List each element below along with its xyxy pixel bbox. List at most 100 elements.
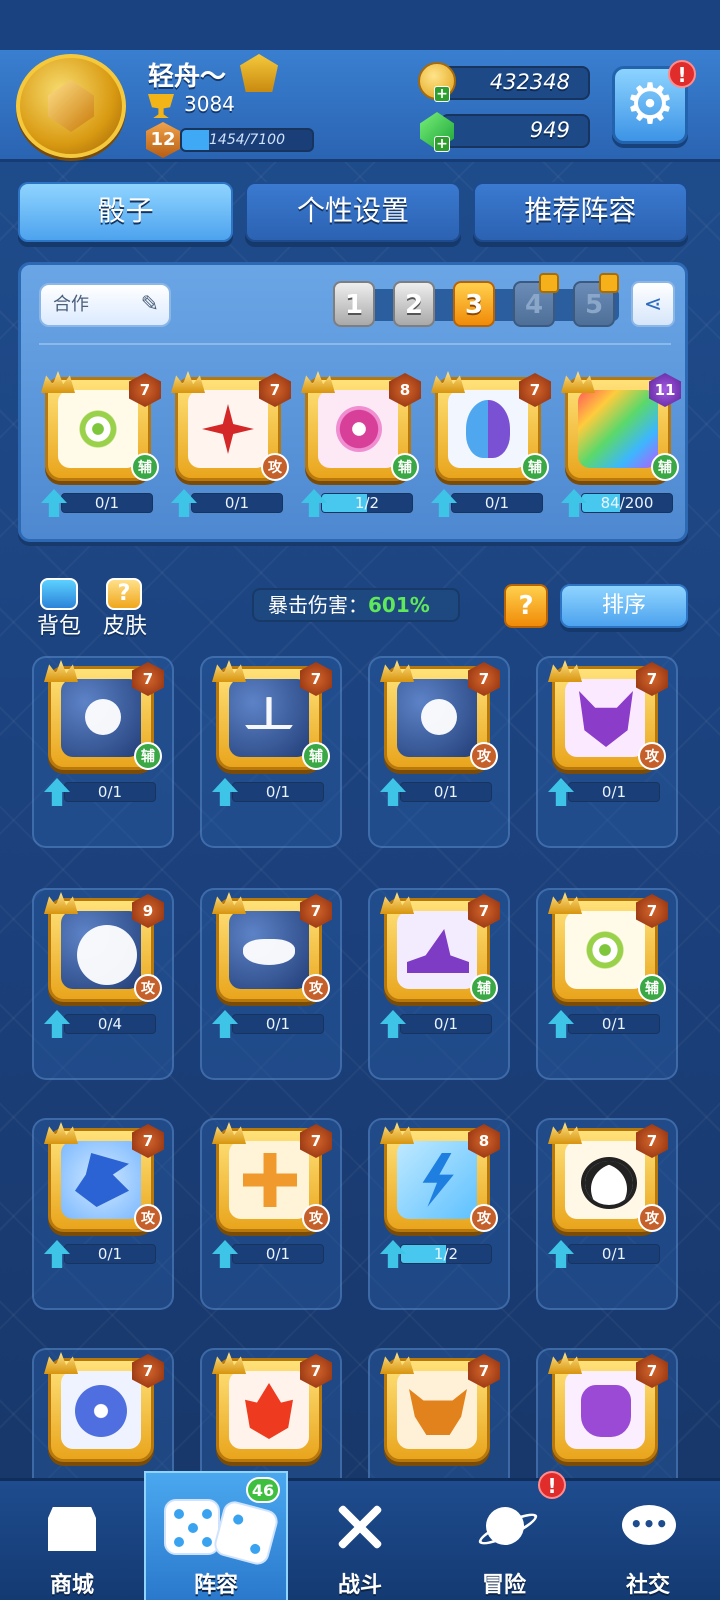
collection-die[interactable]: 7 攻 0/1 bbox=[212, 892, 332, 1044]
upgrade-text: 0/1 bbox=[97, 783, 123, 801]
help-button[interactable]: ? bbox=[504, 584, 548, 628]
upgrade-text: 0/1 bbox=[265, 783, 291, 801]
crown-icon bbox=[212, 1122, 246, 1144]
role-badge: 攻 bbox=[134, 974, 162, 1002]
chat-icon bbox=[620, 1499, 676, 1555]
upgrade-text: 0/1 bbox=[97, 1245, 123, 1263]
nav-battle-label: 战斗 bbox=[337, 1573, 382, 1598]
add-coins-icon[interactable]: + bbox=[434, 86, 450, 102]
deck-slot-1[interactable]: 1 bbox=[333, 281, 375, 327]
backpack-label: 背包 bbox=[36, 614, 81, 639]
upgrade-text: 0/1 bbox=[224, 494, 250, 512]
deck-die[interactable]: 11 辅 84/200 bbox=[561, 371, 681, 523]
demon-dice-icon bbox=[565, 679, 645, 757]
deck-die[interactable]: 8 辅 1/2 bbox=[301, 371, 421, 523]
deck-slot-4[interactable]: 4 bbox=[513, 273, 559, 327]
deck-slot-5[interactable]: 5 bbox=[573, 273, 619, 327]
collection-die[interactable]: 7 辅 0/1 bbox=[212, 660, 332, 812]
upgrade-progress: 84/200 bbox=[561, 489, 679, 517]
share-button[interactable]: ⋖ bbox=[631, 281, 675, 327]
trophy-icon bbox=[148, 94, 174, 118]
nav-adventure[interactable]: ! 冒险 bbox=[432, 1471, 576, 1600]
backpack-icon bbox=[40, 578, 78, 610]
dandelion-dice-icon bbox=[565, 911, 645, 989]
crown-icon bbox=[44, 660, 78, 682]
deck-slot-3[interactable]: 3 bbox=[453, 281, 495, 327]
upgrade-progress: 0/1 bbox=[380, 1010, 498, 1038]
upgrade-text: 0/1 bbox=[601, 1245, 627, 1263]
collection-die[interactable]: 7 攻 0/1 bbox=[548, 1122, 668, 1274]
add-gems-icon[interactable]: + bbox=[434, 136, 450, 152]
xp-text: 1454/7100 bbox=[209, 132, 285, 148]
upgrade-progress: 0/1 bbox=[171, 489, 289, 517]
role-badge: 辅 bbox=[131, 453, 159, 481]
deck-die[interactable]: 7 辅 0/1 bbox=[41, 371, 161, 523]
nav-deck[interactable]: 46 阵容 bbox=[144, 1471, 288, 1600]
aquarius-dice-icon bbox=[397, 679, 477, 757]
role-badge: 攻 bbox=[302, 974, 330, 1002]
settings-alert-badge: ! bbox=[668, 60, 696, 88]
role-badge: 辅 bbox=[638, 974, 666, 1002]
crown-icon bbox=[548, 1122, 582, 1144]
crown-icon bbox=[548, 1352, 582, 1374]
upgrade-progress: 0/1 bbox=[212, 1010, 330, 1038]
nav-social[interactable]: 社交 bbox=[576, 1481, 720, 1600]
role-badge: 辅 bbox=[302, 742, 330, 770]
rank-icon[interactable] bbox=[240, 54, 278, 92]
edit-icon[interactable]: ✎ bbox=[141, 293, 159, 317]
ox-dice-icon bbox=[397, 1371, 477, 1449]
deck-name-text: 合作 bbox=[53, 294, 89, 315]
crown-icon bbox=[380, 1352, 414, 1374]
level-badge: 12 bbox=[146, 122, 180, 158]
collection-die[interactable]: 7 攻 0/1 bbox=[212, 1122, 332, 1274]
upgrade-progress: 0/1 bbox=[212, 1240, 330, 1268]
collection-die[interactable]: 8 攻 1/2 bbox=[380, 1122, 500, 1274]
upgrade-text: 0/4 bbox=[97, 1015, 123, 1033]
upgrade-progress: 0/4 bbox=[44, 1010, 162, 1038]
role-badge: 攻 bbox=[638, 1204, 666, 1232]
deck-die[interactable]: 7 辅 0/1 bbox=[431, 371, 551, 523]
shop-icon bbox=[44, 1499, 100, 1555]
deck-die[interactable]: 7 攻 0/1 bbox=[171, 371, 291, 523]
libra-dice-icon bbox=[229, 679, 309, 757]
collection-die[interactable]: 7 辅 0/1 bbox=[380, 892, 500, 1044]
sort-button[interactable]: 排序 bbox=[560, 584, 688, 628]
main-tabs: 骰子 个性设置 推荐阵容 bbox=[18, 182, 688, 242]
skin-button[interactable]: ? 皮肤 bbox=[100, 578, 150, 639]
tab-recommended-decks[interactable]: 推荐阵容 bbox=[472, 182, 688, 242]
collection-die[interactable]: 7 攻 0/1 bbox=[44, 1122, 164, 1274]
crown-icon bbox=[44, 892, 78, 914]
deck-slot-2[interactable]: 2 bbox=[393, 281, 435, 327]
crown-icon bbox=[380, 892, 414, 914]
collection-die[interactable]: 7 辅 0/1 bbox=[548, 892, 668, 1044]
crown-icon bbox=[44, 1122, 78, 1144]
crit-damage-display: 暴击伤害：601% bbox=[252, 588, 460, 622]
role-badge: 辅 bbox=[470, 974, 498, 1002]
witch-hat-dice-icon bbox=[397, 911, 477, 989]
collection-die[interactable]: 7 攻 0/1 bbox=[380, 660, 500, 812]
collection-die[interactable]: 7 攻 0/1 bbox=[548, 660, 668, 812]
tab-dice[interactable]: 骰子 bbox=[18, 182, 234, 242]
nav-battle[interactable]: 战斗 bbox=[288, 1481, 432, 1600]
swords-icon bbox=[332, 1499, 388, 1555]
avatar[interactable] bbox=[16, 54, 126, 158]
upgrade-text: 0/1 bbox=[433, 783, 459, 801]
upgrade-text: 1/2 bbox=[433, 1245, 459, 1263]
upgrade-text: 0/1 bbox=[265, 1015, 291, 1033]
lock-icon bbox=[539, 273, 559, 293]
crit-damage-value: 601% bbox=[368, 593, 430, 617]
tab-customize[interactable]: 个性设置 bbox=[245, 182, 461, 242]
collection-die[interactable]: 7 辅 0/1 bbox=[44, 660, 164, 812]
backpack-button[interactable]: 背包 bbox=[34, 578, 84, 639]
upgrade-text: 0/1 bbox=[433, 1015, 459, 1033]
crown-icon bbox=[548, 892, 582, 914]
upgrade-progress: 0/1 bbox=[548, 1240, 666, 1268]
upgrade-text: 0/1 bbox=[94, 494, 120, 512]
player-header: 轻舟～ 3084 12 1454/7100 432348 + 949 + ⚙ ! bbox=[0, 50, 720, 162]
collection-die[interactable]: 9 攻 0/4 bbox=[44, 892, 164, 1044]
nav-shop[interactable]: 商城 bbox=[0, 1481, 144, 1600]
deck-name-field[interactable]: 合作 ✎ bbox=[39, 283, 171, 327]
upgrade-text: 0/1 bbox=[601, 1015, 627, 1033]
lightning-dice-icon bbox=[397, 1141, 477, 1219]
crown-icon bbox=[380, 1122, 414, 1144]
